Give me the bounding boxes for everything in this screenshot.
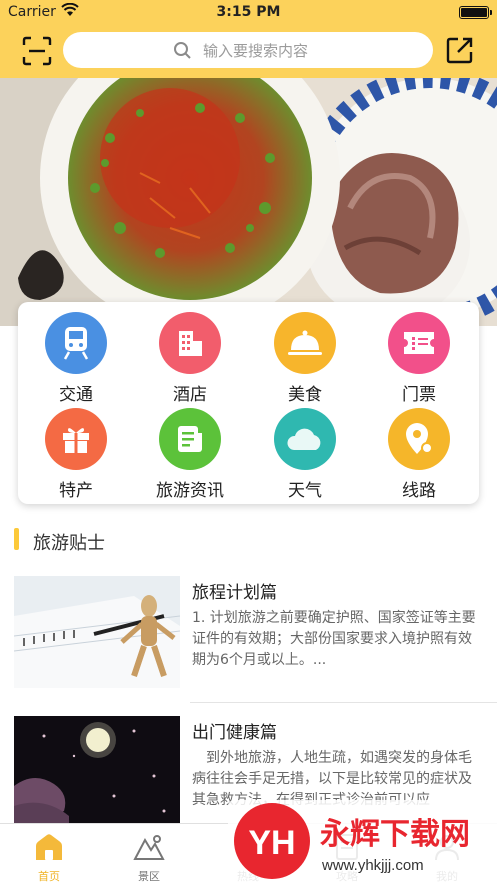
map-pin-icon [388,408,450,470]
category-label: 交通 [59,385,93,405]
search-icon [173,41,192,64]
cloud-icon [274,408,336,470]
section-title: 旅游贴士 [33,533,105,554]
banner-image[interactable] [0,78,497,326]
home-icon [19,832,79,862]
article-divider [190,702,497,703]
top-bar: Carrier 3:15 PM 输入要搜索内容 [0,0,497,78]
article-thumbnail [14,576,180,688]
clock: 3:15 PM [216,4,281,20]
share-button[interactable] [446,36,474,64]
share-external-icon [446,37,473,64]
category-travel-news[interactable]: 旅游资讯 [140,408,240,501]
watermark-name: 永辉下载网 [320,817,470,852]
section-accent-bar [14,528,19,550]
category-ticket[interactable]: 门票 [369,312,469,405]
tab-scenic[interactable]: 景区 [119,832,179,883]
watermark-logo: YH [248,824,295,862]
category-label: 美食 [288,385,322,405]
tab-label: 首页 [38,870,60,883]
category-specialty[interactable]: 特产 [26,408,126,501]
battery-icon [459,6,492,19]
watermark-url: www.yhkjjj.com [321,857,424,874]
article-title: 旅程计划篇 [192,583,277,603]
category-label: 酒店 [173,385,207,405]
article-item[interactable]: 旅程计划篇 1. 计划旅游之前要确定护照、国家签证等主要证件的有效期；大部份国家… [14,576,484,688]
category-weather[interactable]: 天气 [255,408,355,501]
search-bar[interactable]: 输入要搜索内容 [63,32,433,68]
search-input[interactable]: 输入要搜索内容 [203,40,308,61]
article-title: 出门健康篇 [192,723,277,743]
scan-button[interactable] [22,36,52,66]
scan-icon [22,36,52,66]
category-transport[interactable]: 交通 [26,312,126,405]
category-card: 交通 酒店 美食 门票 特产 旅游资讯 天气 线路 [18,302,479,504]
hotel-icon [159,312,221,374]
tab-label: 景区 [138,870,160,883]
article-thumbnail [14,716,180,828]
article-summary: 1. 计划旅游之前要确定护照、国家签证等主要证件的有效期；大部份国家要求入境护照… [192,610,476,668]
category-label: 门票 [402,385,436,405]
tab-home[interactable]: 首页 [19,832,79,883]
watermark: YH 永辉下载网 www.yhkjjj.com [228,800,497,883]
status-bar: Carrier 3:15 PM [0,0,497,26]
category-label: 线路 [402,481,436,501]
train-icon [45,312,107,374]
mountain-icon [119,832,179,862]
category-label: 特产 [59,481,93,501]
category-route[interactable]: 线路 [369,408,469,501]
news-icon [159,408,221,470]
category-hotel[interactable]: 酒店 [140,312,240,405]
food-cloche-icon [274,312,336,374]
category-label: 天气 [288,481,322,501]
category-label: 旅游资讯 [156,481,224,501]
category-food[interactable]: 美食 [255,312,355,405]
ticket-icon [388,312,450,374]
gift-icon [45,408,107,470]
